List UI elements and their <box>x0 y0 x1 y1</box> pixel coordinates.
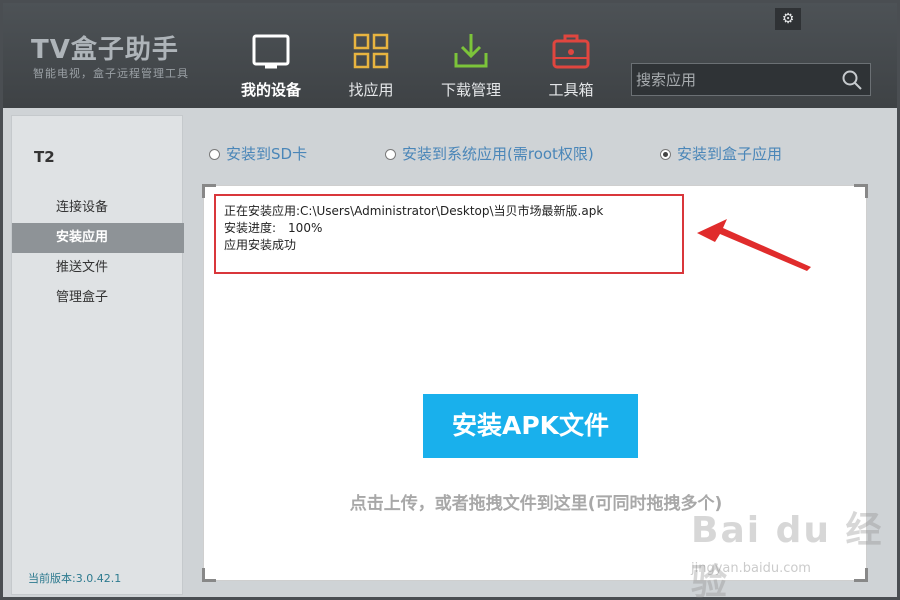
install-apk-button[interactable]: 安装APK文件 <box>423 394 638 458</box>
device-name: T2 <box>34 148 55 166</box>
gear-icon[interactable]: ⚙ <box>775 8 801 30</box>
search-box[interactable] <box>631 63 871 96</box>
corner-mark <box>202 568 216 582</box>
nav-label: 找应用 <box>348 81 394 99</box>
grid-icon <box>353 33 389 69</box>
nav-my-devices[interactable]: 我的设备 <box>221 31 321 103</box>
sidebar-item-install[interactable]: 安装应用 <box>12 223 184 253</box>
app-tagline: 智能电视，盒子远程管理工具 <box>33 67 189 80</box>
radio-icon[interactable] <box>385 149 396 160</box>
option-label: 安装到SD卡 <box>226 145 308 163</box>
version-label: 当前版本:3.0.42.1 <box>28 572 122 585</box>
option-label: 安装到系统应用(需root权限) <box>402 145 594 163</box>
sidebar-item-connect[interactable]: 连接设备 <box>12 193 184 223</box>
tablet-icon <box>252 34 290 69</box>
option-system-app[interactable]: 安装到系统应用(需root权限) <box>385 143 594 164</box>
install-log: 正在安装应用:C:\Users\Administrator\Desktop\当贝… <box>214 194 684 274</box>
option-sd-card[interactable]: 安装到SD卡 <box>209 143 307 164</box>
log-line-path: 正在安装应用:C:\Users\Administrator\Desktop\当贝… <box>224 204 604 218</box>
nav-toolbox[interactable]: 工具箱 <box>521 31 621 103</box>
log-line-progress: 安装进度: 100% <box>224 221 323 235</box>
watermark-url: jingyan.baidu.com <box>691 561 811 576</box>
radio-icon[interactable] <box>209 149 220 160</box>
app-window: TV盒子助手 智能电视，盒子远程管理工具 我的设备 找应用 下载管理 工具箱 ⚙… <box>0 0 900 600</box>
header-bar: TV盒子助手 智能电视，盒子远程管理工具 我的设备 找应用 下载管理 工具箱 ⚙… <box>3 3 897 108</box>
corner-mark <box>854 184 868 198</box>
sidebar-item-manage[interactable]: 管理盒子 <box>12 283 184 313</box>
watermark-logo: Bai du 经验 <box>691 510 884 600</box>
nav-label: 下载管理 <box>440 81 501 99</box>
nav-label: 工具箱 <box>548 81 594 99</box>
log-line-status: 应用安装成功 <box>224 238 297 252</box>
red-arrow-annotation <box>697 219 811 271</box>
radio-icon[interactable] <box>660 149 671 160</box>
option-box-app[interactable]: 安装到盒子应用 <box>660 143 782 164</box>
sidebar: T2 连接设备 安装应用 推送文件 管理盒子 当前版本:3.0.42.1 <box>11 115 184 595</box>
app-logo: TV盒子助手 <box>31 35 179 65</box>
search-input[interactable] <box>636 69 836 91</box>
sidebar-item-push[interactable]: 推送文件 <box>12 253 184 283</box>
nav-label: 我的设备 <box>240 81 301 99</box>
nav-find-apps[interactable]: 找应用 <box>321 31 421 103</box>
option-label: 安装到盒子应用 <box>677 145 783 163</box>
search-icon[interactable] <box>842 70 862 90</box>
toolbox-icon <box>552 34 590 69</box>
nav-downloads[interactable]: 下载管理 <box>421 31 521 103</box>
download-icon <box>454 34 488 68</box>
